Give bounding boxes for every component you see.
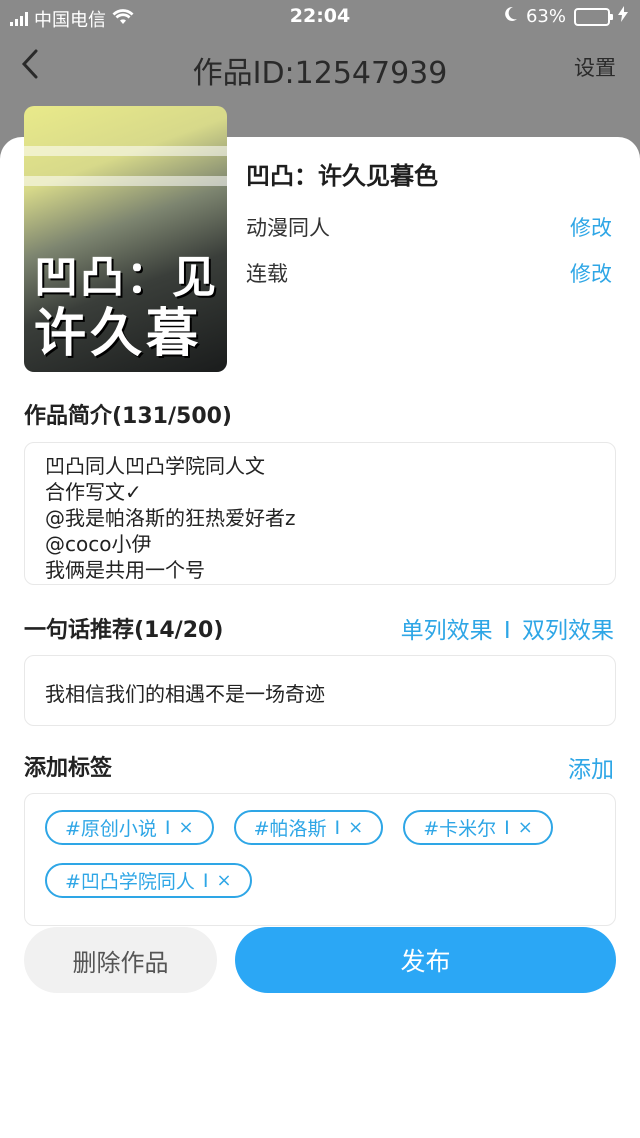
battery-icon (574, 7, 613, 26)
layout-divider: I (503, 618, 511, 644)
tag-chip: #帕洛斯 I × (233, 810, 384, 845)
settings-button[interactable]: 设置 (574, 52, 616, 82)
charging-icon (618, 6, 628, 27)
tag-chip: #原创小说 I × (45, 810, 214, 845)
recommend-label: 一句话推荐(14/20) (24, 618, 224, 643)
tag-divider: I (202, 869, 209, 892)
tag-divider: I (334, 816, 341, 839)
page-title: 作品ID:12547939 (192, 56, 448, 91)
tag-list: #原创小说 I × #帕洛斯 I × #卡米尔 I × #凹凸学院同人 I × (24, 793, 616, 926)
cover-title-line2: 许久暮色 (34, 304, 203, 364)
intro-textarea[interactable]: 凹凸同人凹凸学院同人文 合作写文✓ @我是帕洛斯的狂热爱好者z @coco小伊 … (24, 442, 616, 585)
status-bar: 中国电信 22:04 63% (0, 0, 640, 34)
serial-status-value: 连载 (246, 262, 288, 286)
remove-tag-icon[interactable]: × (518, 817, 533, 838)
status-row: 连载 修改 (246, 258, 612, 288)
remove-tag-icon[interactable]: × (179, 817, 194, 838)
tag-text: #卡米尔 (423, 818, 497, 840)
single-column-button[interactable]: 单列效果 (401, 618, 493, 644)
cover-stripe (24, 146, 227, 156)
add-tag-button[interactable]: 添加 (568, 750, 614, 784)
tag-text: #凹凸学院同人 (65, 871, 195, 893)
publish-button[interactable]: 发布 (235, 927, 616, 993)
moon-icon (504, 6, 518, 27)
tags-label: 添加标签 (24, 756, 113, 781)
tag-chip: #卡米尔 I × (403, 810, 553, 845)
battery-percent: 63% (525, 6, 566, 27)
recommend-input[interactable]: 我相信我们的相遇不是一场奇迹 (24, 655, 616, 726)
tag-chip: #凹凸学院同人 I × (45, 863, 252, 898)
category-value: 动漫同人 (246, 216, 330, 240)
layout-switch: 单列效果 I 双列效果 (401, 611, 614, 645)
remove-tag-icon[interactable]: × (348, 817, 363, 838)
category-row: 动漫同人 修改 (246, 212, 612, 242)
delete-work-button[interactable]: 删除作品 (24, 927, 217, 993)
nav-bar: 作品ID:12547939 设置 (0, 34, 640, 98)
double-column-button[interactable]: 双列效果 (522, 618, 614, 644)
tag-text: #原创小说 (65, 818, 157, 840)
intro-label: 作品简介(131/500) (24, 404, 232, 429)
tag-divider: I (504, 816, 510, 839)
status-right: 63% (504, 6, 628, 27)
edit-status-button[interactable]: 修改 (570, 258, 612, 288)
recommend-text: 我相信我们的相遇不是一场奇迹 (45, 682, 325, 706)
work-title: 凹凸：许久见暮色 (246, 162, 438, 190)
intro-text: 凹凸同人凹凸学院同人文 合作写文✓ @我是帕洛斯的狂热爱好者z @coco小伊 … (45, 454, 296, 582)
remove-tag-icon[interactable]: × (217, 870, 232, 891)
book-cover[interactable]: 凹凸：见 许久暮色 (24, 106, 227, 372)
cover-stripe (24, 176, 227, 186)
edit-category-button[interactable]: 修改 (570, 212, 612, 242)
tag-text: #帕洛斯 (253, 818, 327, 840)
tag-divider: I (164, 816, 171, 839)
